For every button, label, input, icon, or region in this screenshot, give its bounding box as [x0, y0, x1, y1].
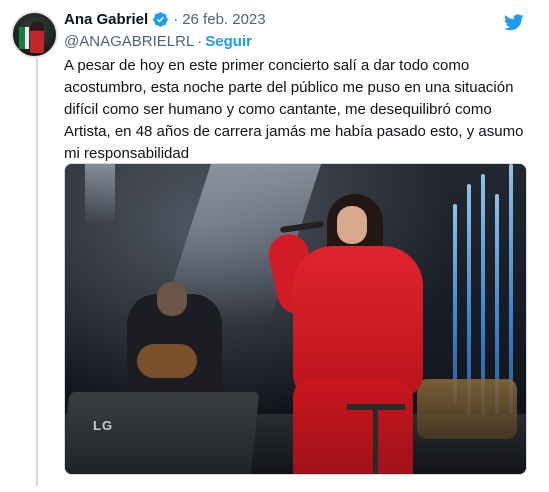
stool-leg — [373, 410, 378, 474]
drum-kit — [417, 379, 517, 439]
author-avatar[interactable] — [11, 11, 58, 58]
tweet-text: A pesar de hoy en este primer concierto … — [64, 57, 524, 162]
singer-face — [337, 206, 367, 244]
tweet-photo[interactable]: LG — [64, 163, 527, 475]
thread-connector-line — [36, 58, 38, 486]
verified-badge-icon — [153, 12, 168, 27]
guitar — [137, 344, 197, 378]
tweet-header: Ana Gabriel · 26 feb. 2023 — [64, 11, 266, 28]
twitter-bird-icon[interactable] — [503, 12, 525, 32]
handle-row: @ANAGABRIELRL · Seguir — [64, 33, 252, 50]
avatar-figure — [30, 21, 44, 53]
tweet-date[interactable]: 26 feb. 2023 — [182, 11, 265, 28]
author-name[interactable]: Ana Gabriel — [64, 11, 148, 28]
stage-light-beam — [85, 164, 115, 224]
singer-red-pants — [293, 379, 413, 474]
monitor-brand-label: LG — [93, 418, 114, 433]
avatar-flag-white — [25, 27, 29, 49]
handle-separator: · — [197, 33, 203, 50]
tweet-card[interactable]: Ana Gabriel · 26 feb. 2023 @ANAGABRIELRL… — [0, 0, 549, 492]
guitarist-head — [157, 282, 187, 316]
stage-light-bar — [509, 164, 513, 414]
follow-button[interactable]: Seguir — [205, 33, 252, 50]
stage-light-bar — [453, 204, 457, 404]
stage-monitor — [65, 392, 260, 474]
author-handle[interactable]: @ANAGABRIELRL — [64, 33, 194, 50]
header-separator: · — [173, 11, 179, 28]
singer-red-suit — [293, 246, 423, 396]
